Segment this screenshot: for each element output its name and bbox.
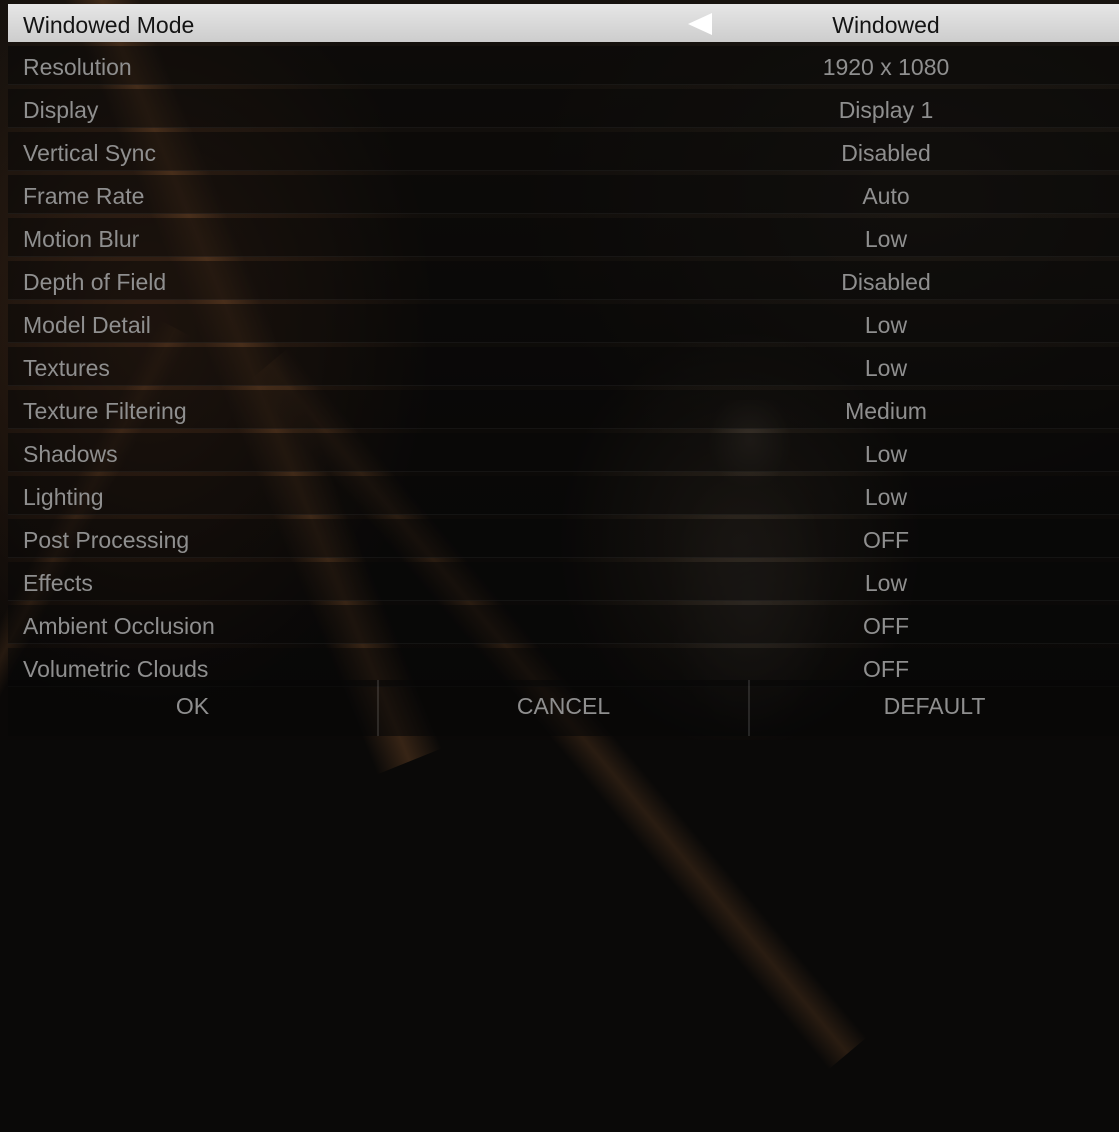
setting-row-display[interactable]: Display Display 1 xyxy=(8,89,1119,128)
setting-row-texture-filtering[interactable]: Texture Filtering Medium xyxy=(8,390,1119,429)
setting-label: Vertical Sync xyxy=(23,140,156,166)
setting-value[interactable]: Auto xyxy=(698,175,1074,217)
setting-row-depth-of-field[interactable]: Depth of Field Disabled xyxy=(8,261,1119,300)
setting-label: Frame Rate xyxy=(23,183,145,209)
setting-label: Effects xyxy=(23,570,93,596)
dialog-button-bar: OK CANCEL DEFAULT xyxy=(8,680,1119,736)
setting-row-effects[interactable]: Effects Low xyxy=(8,562,1119,601)
graphics-settings-list: Windowed Mode Windowed Resolution 1920 x… xyxy=(8,4,1119,691)
setting-value[interactable]: Low xyxy=(698,476,1074,518)
setting-label: Shadows xyxy=(23,441,118,467)
setting-value[interactable]: Low xyxy=(698,218,1074,260)
setting-label: Windowed Mode xyxy=(23,12,195,38)
setting-value[interactable]: Low xyxy=(698,304,1074,346)
default-button[interactable]: DEFAULT xyxy=(748,680,1119,736)
setting-label: Lighting xyxy=(23,484,104,510)
setting-label: Model Detail xyxy=(23,312,151,338)
setting-row-resolution[interactable]: Resolution 1920 x 1080 xyxy=(8,46,1119,85)
setting-label: Ambient Occlusion xyxy=(23,613,215,639)
setting-value[interactable]: Disabled xyxy=(698,132,1074,174)
setting-row-post-processing[interactable]: Post Processing OFF xyxy=(8,519,1119,558)
setting-value[interactable]: Disabled xyxy=(698,261,1074,303)
setting-value[interactable]: Low xyxy=(698,347,1074,389)
setting-row-shadows[interactable]: Shadows Low xyxy=(8,433,1119,472)
setting-label: Resolution xyxy=(23,54,132,80)
setting-row-windowed-mode[interactable]: Windowed Mode Windowed xyxy=(8,4,1119,42)
setting-value[interactable]: Low xyxy=(698,562,1074,604)
setting-label: Display xyxy=(23,97,99,123)
setting-value[interactable]: Low xyxy=(698,433,1074,475)
setting-row-model-detail[interactable]: Model Detail Low xyxy=(8,304,1119,343)
setting-row-ambient-occlusion[interactable]: Ambient Occlusion OFF xyxy=(8,605,1119,644)
setting-row-frame-rate[interactable]: Frame Rate Auto xyxy=(8,175,1119,214)
setting-label: Post Processing xyxy=(23,527,190,553)
setting-value[interactable]: Windowed xyxy=(698,4,1074,46)
setting-label: Texture Filtering xyxy=(23,398,187,424)
setting-label: Depth of Field xyxy=(23,269,167,295)
setting-value[interactable]: Medium xyxy=(698,390,1074,432)
setting-value[interactable]: Display 1 xyxy=(698,89,1074,131)
setting-value[interactable]: OFF xyxy=(698,605,1074,647)
setting-row-motion-blur[interactable]: Motion Blur Low xyxy=(8,218,1119,257)
setting-row-lighting[interactable]: Lighting Low xyxy=(8,476,1119,515)
setting-row-vertical-sync[interactable]: Vertical Sync Disabled xyxy=(8,132,1119,171)
cancel-button[interactable]: CANCEL xyxy=(377,680,748,736)
ok-button[interactable]: OK xyxy=(8,680,377,736)
setting-value[interactable]: OFF xyxy=(698,519,1074,561)
setting-label: Textures xyxy=(23,355,110,381)
setting-row-textures[interactable]: Textures Low xyxy=(8,347,1119,386)
setting-label: Motion Blur xyxy=(23,226,140,252)
setting-value[interactable]: 1920 x 1080 xyxy=(698,46,1074,88)
